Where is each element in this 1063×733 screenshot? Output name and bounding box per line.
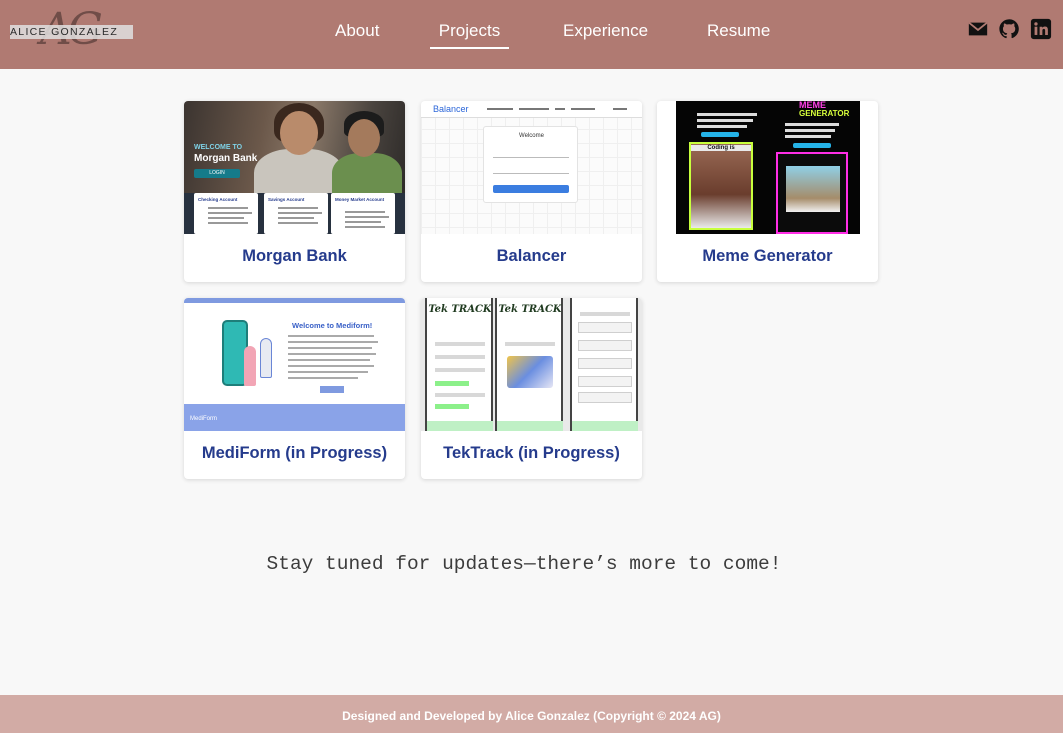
linkedin-icon[interactable] <box>1030 18 1052 40</box>
thumb-brand: Morgan Bank <box>194 153 258 164</box>
thumb-welcome: Welcome to Mediform! <box>292 321 373 330</box>
footer-text: Designed and Developed by Alice Gonzalez… <box>342 709 721 723</box>
thumb-box-title: Savings Account <box>268 197 305 202</box>
thumb-brand: Balancer <box>433 104 469 114</box>
project-thumbnail: Welcome to Mediform! MediForm <box>184 298 405 431</box>
meme-image <box>776 152 848 234</box>
thumb-logo: Tek TRACK <box>428 304 492 315</box>
project-title[interactable]: TekTrack (in Progress) <box>421 444 642 463</box>
thumb-logo: Tek TRACK <box>498 304 562 315</box>
project-title[interactable]: Balancer <box>421 247 642 266</box>
project-thumbnail: Balancer Welcome <box>421 101 642 234</box>
site-header: AG ALICE GONZALEZ About Projects Experie… <box>0 0 1063 69</box>
nav-resume[interactable]: Resume <box>707 21 770 41</box>
thumb-panel-title: Welcome <box>519 133 544 139</box>
envelope-icon[interactable] <box>967 18 989 40</box>
meme-image: Coding is <box>689 142 753 230</box>
project-card-mediform[interactable]: Welcome to Mediform! MediForm MediForm (… <box>184 298 405 479</box>
thumb-box-title: Checking Account <box>198 197 238 202</box>
thumb-box-title: Money Market Account <box>335 197 385 202</box>
logo-text: ALICE GONZALEZ <box>10 26 119 38</box>
nav-about[interactable]: About <box>335 21 379 41</box>
thumb-login: LOGIN <box>194 169 240 178</box>
project-card-meme-generator[interactable]: MEME GENERATOR Coding is Meme Generator <box>657 101 878 282</box>
project-thumbnail: MEME GENERATOR Coding is <box>657 101 878 234</box>
project-thumbnail: WELCOME TO Morgan Bank LOGIN Checking Ac… <box>184 101 405 234</box>
site-footer: Designed and Developed by Alice Gonzalez… <box>0 695 1063 733</box>
updates-message: Stay tuned for updates—there’s more to c… <box>266 553 782 575</box>
thumb-welcome: WELCOME TO <box>194 144 243 151</box>
thumb-caption: Coding is <box>691 145 751 151</box>
project-title[interactable]: Morgan Bank <box>184 247 405 266</box>
project-card-morgan-bank[interactable]: WELCOME TO Morgan Bank LOGIN Checking Ac… <box>184 101 405 282</box>
site-logo[interactable]: AG ALICE GONZALEZ <box>10 4 134 56</box>
project-title[interactable]: Meme Generator <box>657 247 878 266</box>
nav-active-underline <box>430 47 509 49</box>
project-card-tektrack[interactable]: Tek TRACK Tek TRACK TekTrack (in Progres… <box>421 298 642 479</box>
nav-experience[interactable]: Experience <box>563 21 648 41</box>
project-card-balancer[interactable]: Balancer Welcome Balancer <box>421 101 642 282</box>
thumb-footer-brand: MediForm <box>190 416 218 422</box>
nav-projects[interactable]: Projects <box>430 21 509 41</box>
thumb-subtitle: GENERATOR <box>799 109 850 118</box>
project-thumbnail: Tek TRACK Tek TRACK <box>421 298 642 431</box>
project-title[interactable]: MediForm (in Progress) <box>184 444 405 463</box>
github-icon[interactable] <box>998 18 1020 40</box>
